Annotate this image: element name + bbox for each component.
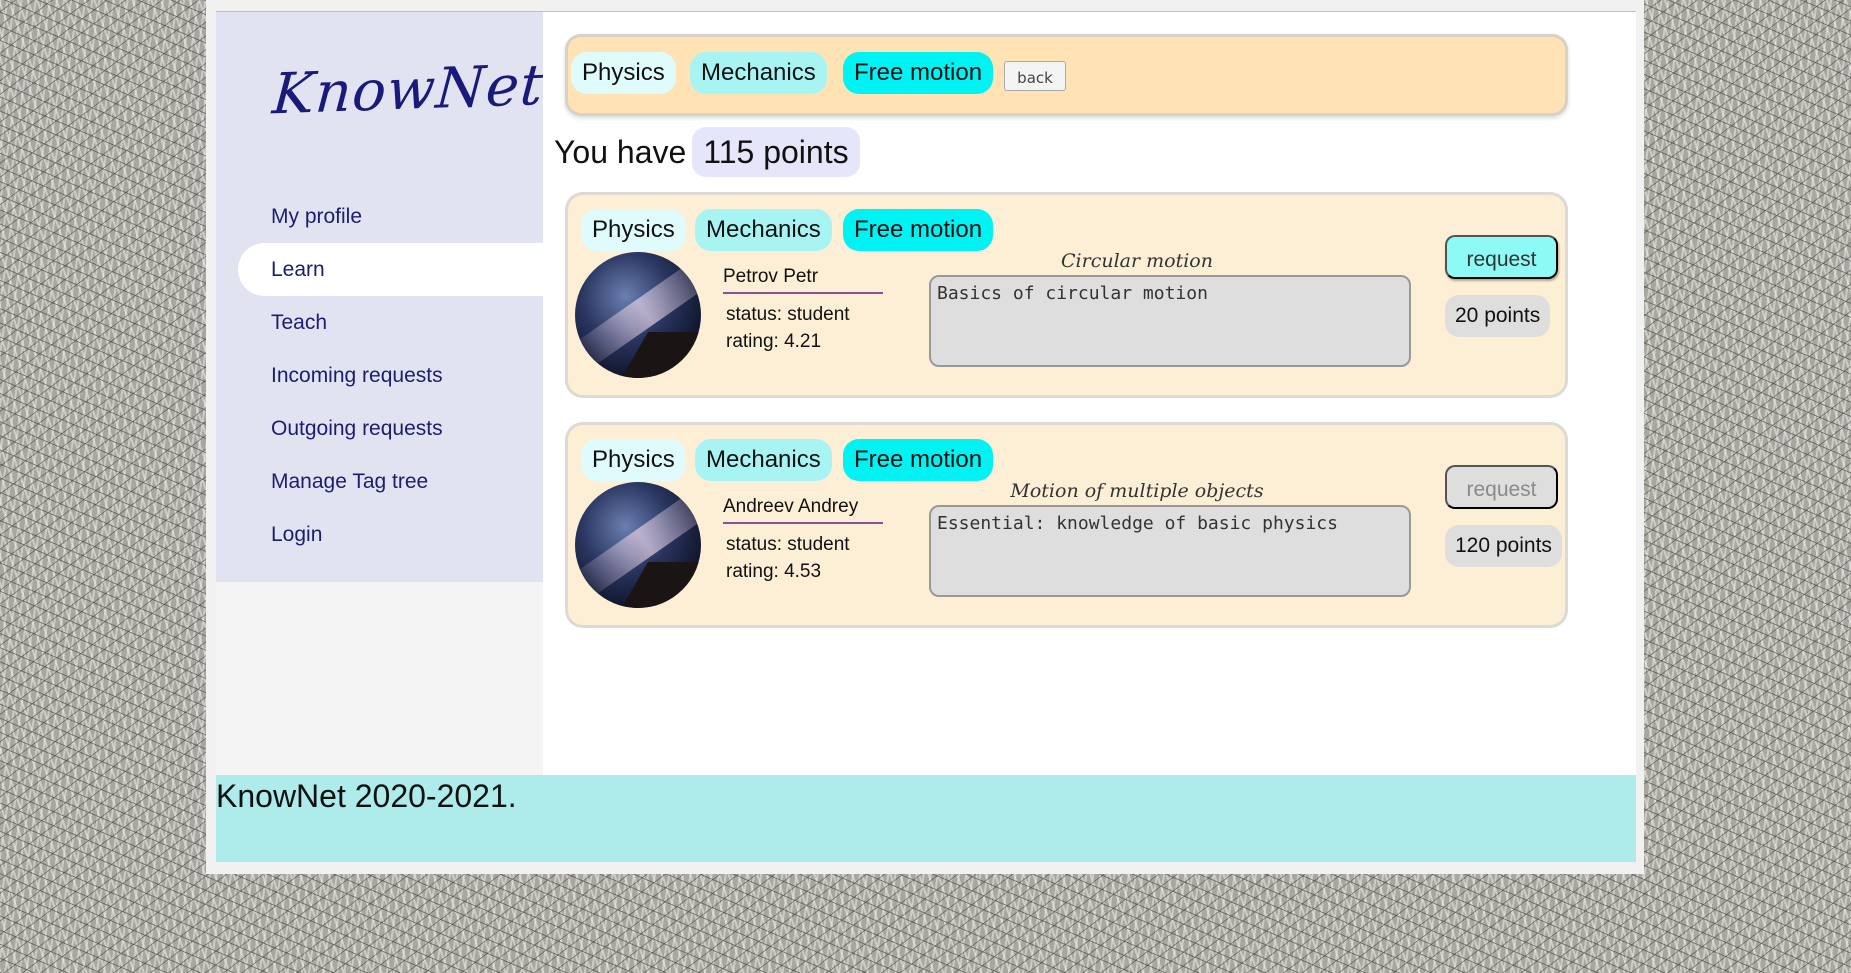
card-tag-mechanics[interactable]: Mechanics [695, 439, 832, 481]
lesson-title: Circular motion [1061, 250, 1213, 272]
breadcrumb-tag-physics[interactable]: Physics [571, 52, 676, 94]
teacher-status: status: student [726, 304, 850, 325]
sidebar-item-teach[interactable]: Teach [216, 296, 543, 349]
card-tag-physics[interactable]: Physics [581, 439, 686, 481]
sidebar-item-manage-tag-tree[interactable]: Manage Tag tree [216, 455, 543, 508]
lesson-description[interactable]: Essential: knowledge of basic physics [929, 505, 1411, 597]
breadcrumb-tag-free-motion[interactable]: Free motion [843, 52, 994, 94]
sidebar-item-login[interactable]: Login [216, 508, 543, 561]
teacher-rating: rating: 4.53 [726, 561, 822, 582]
lesson-title: Motion of multiple objects [1010, 480, 1264, 502]
card-tag-free-motion[interactable]: Free motion [843, 209, 994, 251]
sidebar-item-my-profile[interactable]: My profile [216, 190, 543, 243]
teacher-status: status: student [726, 534, 850, 555]
teacher-name[interactable]: Petrov Petr [723, 266, 883, 294]
request-button[interactable]: request [1445, 235, 1558, 279]
avatar[interactable] [575, 252, 701, 378]
logo-text: KnowNet [270, 52, 546, 128]
request-button-disabled: request [1445, 465, 1558, 509]
points-prefix: You have [554, 134, 687, 170]
teacher-name[interactable]: Andreev Andrey [723, 496, 883, 524]
lesson-cost: 20 points [1445, 295, 1551, 337]
lesson-cost: 120 points [1445, 525, 1562, 567]
card-tag-free-motion[interactable]: Free motion [843, 439, 994, 481]
card-tag-mechanics[interactable]: Mechanics [695, 209, 832, 251]
card-tag-physics[interactable]: Physics [581, 209, 686, 251]
back-button[interactable]: back [1004, 61, 1066, 91]
sidebar-item-outgoing-requests[interactable]: Outgoing requests [216, 402, 543, 455]
lesson-card: Physics Mechanics Free motion Andreev An… [565, 422, 1568, 628]
sidebar-item-incoming-requests[interactable]: Incoming requests [216, 349, 543, 402]
points-summary: You have 115 points [554, 127, 860, 177]
footer-text: KnowNet 2020-2021. [216, 778, 517, 814]
teacher-rating: rating: 4.21 [726, 331, 822, 352]
lesson-description[interactable]: Basics of circular motion [929, 275, 1411, 367]
lesson-card: Physics Mechanics Free motion Petrov Pet… [565, 192, 1568, 398]
avatar[interactable] [575, 482, 701, 608]
breadcrumb-tag-mechanics[interactable]: Mechanics [690, 52, 827, 94]
app-logo[interactable]: KnowNet [269, 53, 546, 143]
points-badge: 115 points [692, 127, 860, 177]
sidebar-nav: My profile Learn Teach Incoming requests… [216, 190, 543, 561]
sidebar-item-learn[interactable]: Learn [238, 243, 543, 296]
